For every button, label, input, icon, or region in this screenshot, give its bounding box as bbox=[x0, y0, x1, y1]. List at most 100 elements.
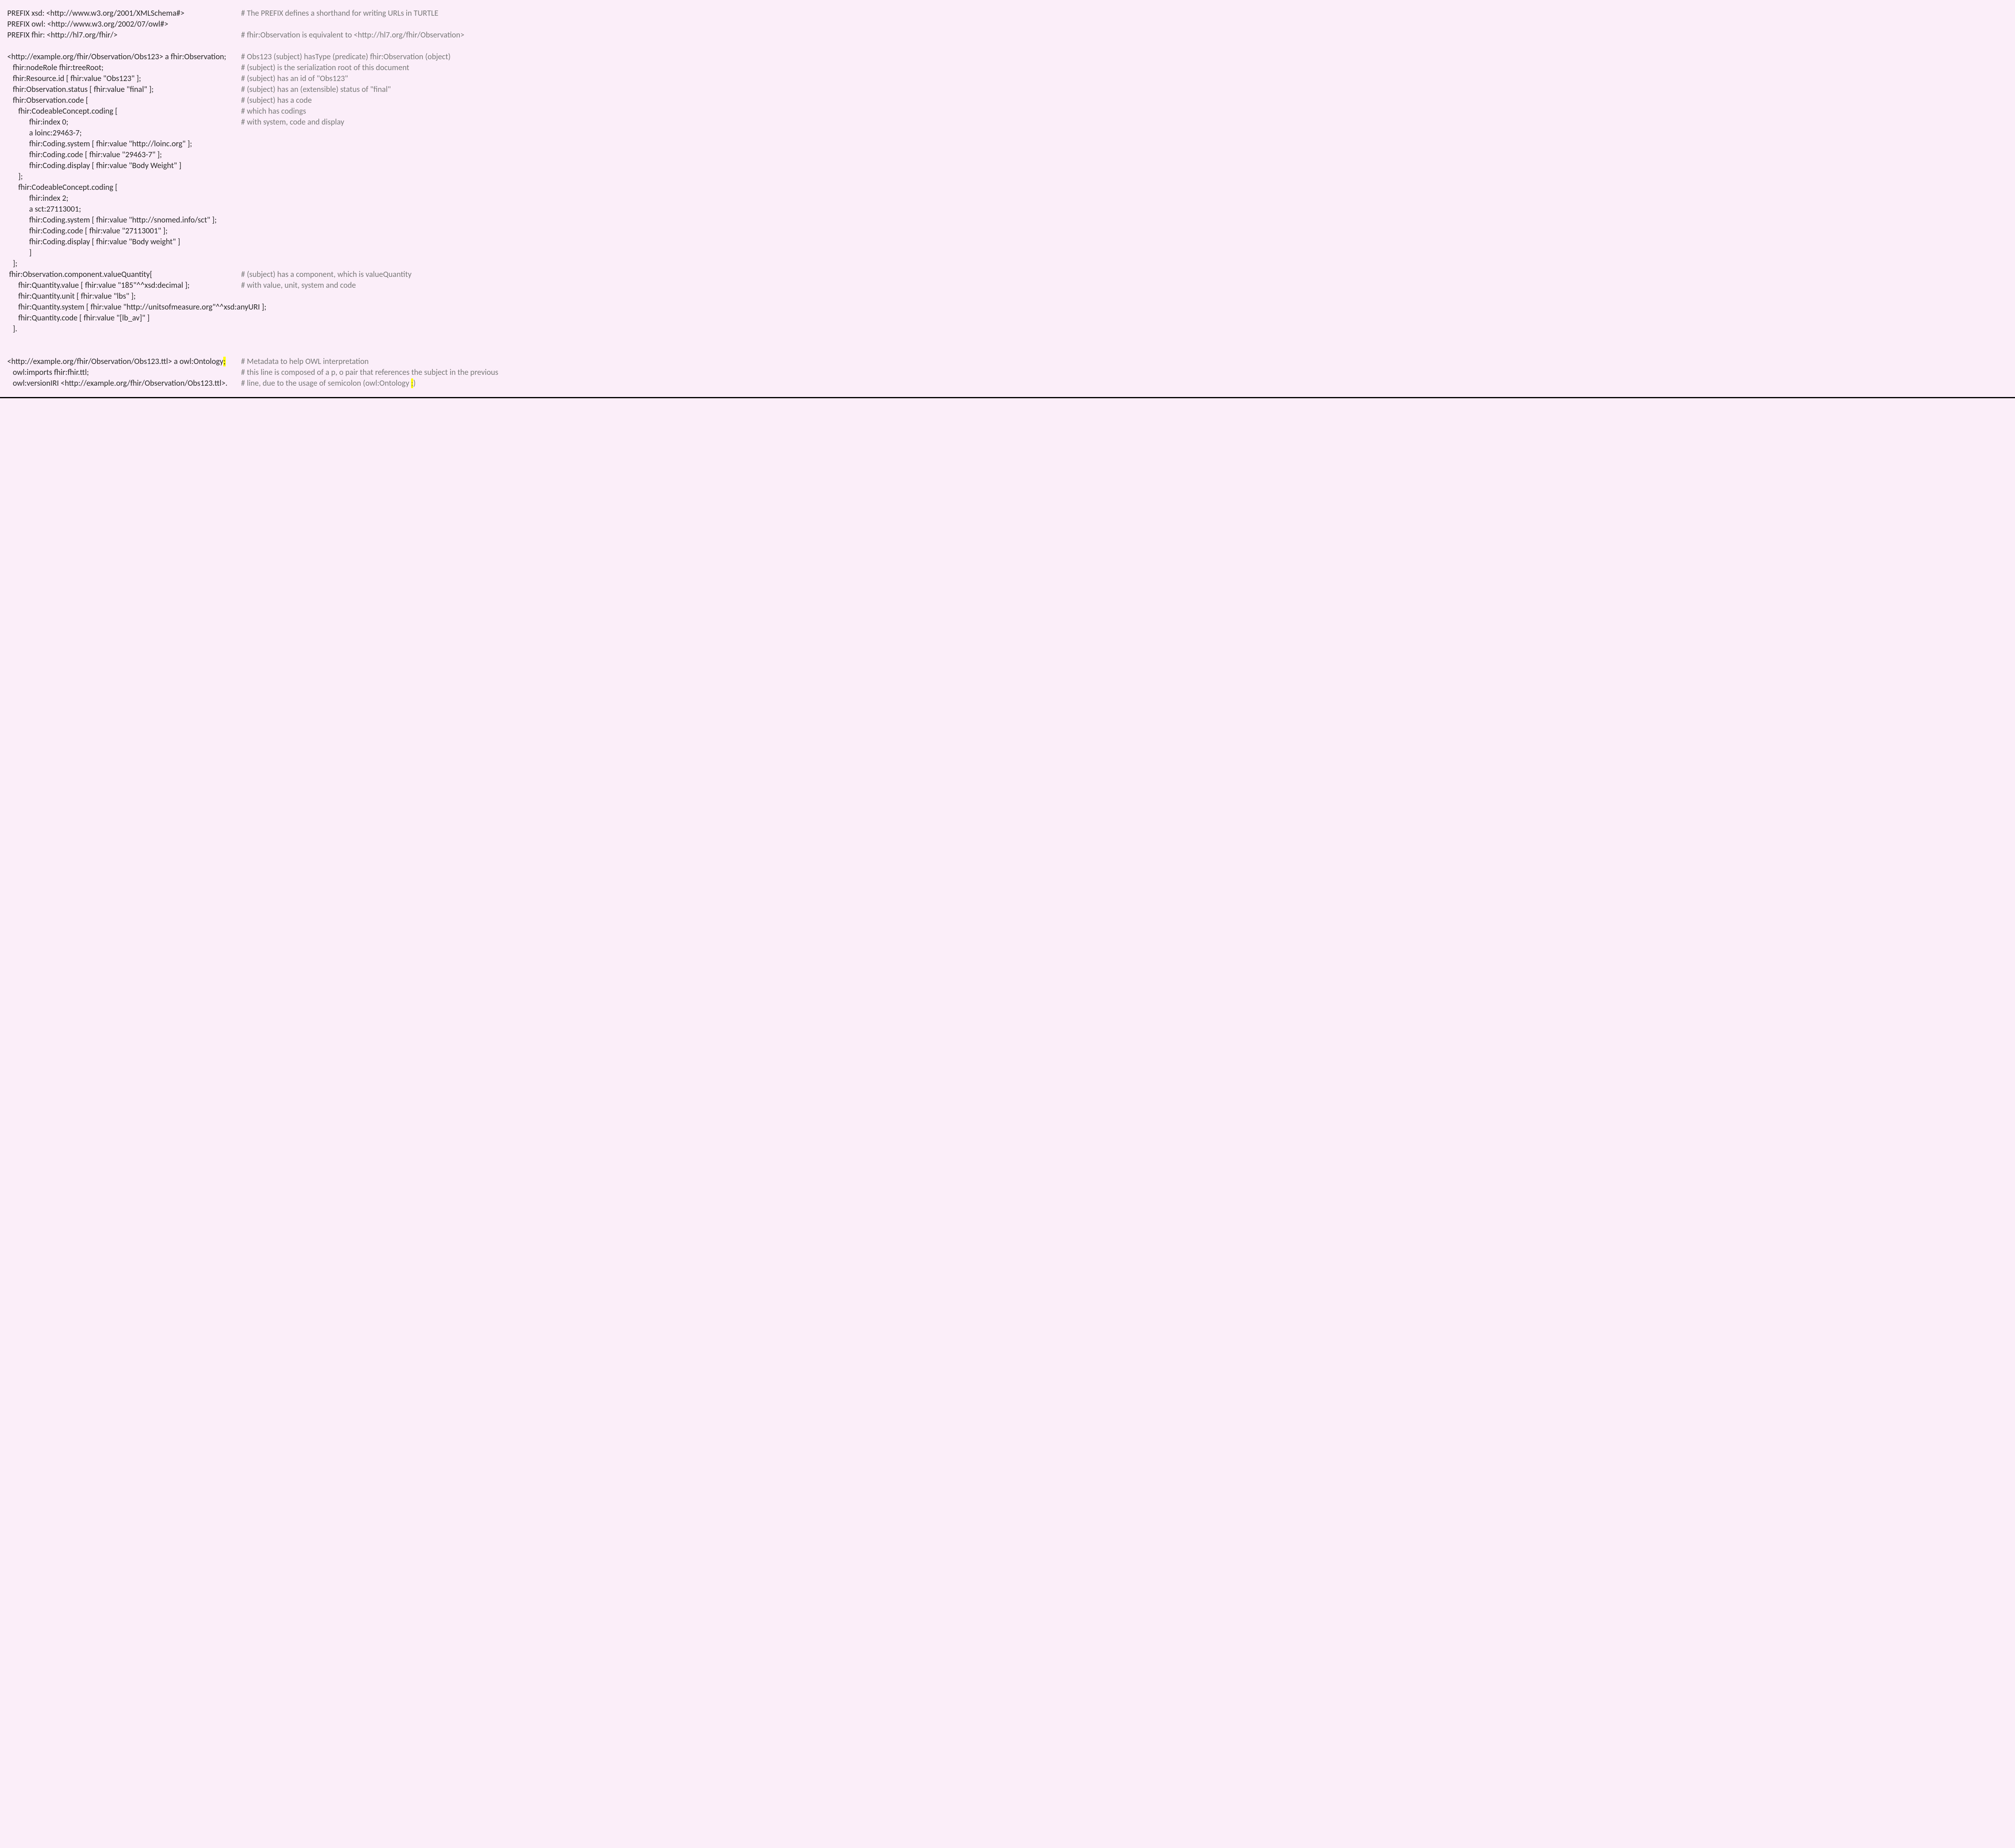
code-text: fhir:Observation.code [ bbox=[7, 95, 241, 106]
comment-text: # Metadata to help OWL interpretation bbox=[241, 356, 2008, 367]
code-text: ]; bbox=[7, 258, 241, 269]
comment-text bbox=[241, 335, 2008, 345]
comment-text bbox=[241, 247, 2008, 258]
code-line: owl:versionIRI <http://example.org/fhir/… bbox=[7, 378, 2008, 389]
comment-text: # (subject) has a code bbox=[241, 95, 2008, 106]
comment-text: # line, due to the usage of semicolon (o… bbox=[241, 378, 2008, 389]
comment-text bbox=[241, 237, 2008, 247]
code-line: ]; bbox=[7, 258, 2008, 269]
code-line: ] bbox=[7, 247, 2008, 258]
comment-text bbox=[241, 160, 2008, 171]
comment-text: # (subject) is the serialization root of… bbox=[241, 62, 2008, 73]
code-line: PREFIX xsd: <http://www.w3.org/2001/XMLS… bbox=[7, 8, 2008, 19]
comment-text: # fhir:Observation is equivalent to <htt… bbox=[241, 30, 2008, 41]
code-text: fhir:Coding.code [ fhir:value "27113001"… bbox=[7, 226, 241, 237]
code-text: fhir:Quantity.code [ fhir:value "[lb_av]… bbox=[7, 313, 241, 324]
code-line: PREFIX owl: <http://www.w3.org/2002/07/o… bbox=[7, 19, 2008, 30]
code-line: fhir:nodeRole fhir:treeRoot;# (subject) … bbox=[7, 62, 2008, 73]
code-text: fhir:Quantity.system [ fhir:value "http:… bbox=[7, 302, 241, 313]
code-text: a loinc:29463-7; bbox=[7, 128, 241, 139]
comment-text bbox=[241, 182, 2008, 193]
code-line: fhir:Coding.system [ fhir:value "http://… bbox=[7, 215, 2008, 226]
code-text: PREFIX owl: <http://www.w3.org/2002/07/o… bbox=[7, 19, 241, 30]
code-line: fhir:Coding.system [ fhir:value "http://… bbox=[7, 139, 2008, 150]
code-line: fhir:Resource.id [ fhir:value "Obs123" ]… bbox=[7, 73, 2008, 84]
comment-text: # with value, unit, system and code bbox=[241, 280, 2008, 291]
code-text: fhir:Coding.system [ fhir:value "http://… bbox=[7, 139, 241, 150]
comment-text: # The PREFIX defines a shorthand for wri… bbox=[241, 8, 2008, 19]
code-text: fhir:Quantity.unit [ fhir:value "lbs" ]; bbox=[7, 291, 241, 302]
code-text: <http://example.org/fhir/Observation/Obs… bbox=[7, 52, 241, 62]
comment-text bbox=[241, 226, 2008, 237]
code-line: fhir:Quantity.code [ fhir:value "[lb_av]… bbox=[7, 313, 2008, 324]
code-text bbox=[7, 345, 241, 356]
comment-fragment: # line, due to the usage of semicolon (o… bbox=[241, 378, 411, 388]
code-line: owl:imports fhir:fhir.ttl;# this line is… bbox=[7, 367, 2008, 378]
code-text: fhir:Coding.code [ fhir:value "29463-7" … bbox=[7, 150, 241, 160]
comment-text bbox=[241, 204, 2008, 215]
comment-fragment: ) bbox=[413, 378, 415, 388]
comment-text bbox=[241, 302, 2008, 313]
turtle-code-listing: PREFIX xsd: <http://www.w3.org/2001/XMLS… bbox=[7, 8, 2008, 389]
code-text: fhir:CodeableConcept.coding [ bbox=[7, 182, 241, 193]
code-line: fhir:Observation.code [# (subject) has a… bbox=[7, 95, 2008, 106]
code-text: fhir:Coding.display [ fhir:value "Body W… bbox=[7, 160, 241, 171]
comment-text bbox=[241, 139, 2008, 150]
comment-text bbox=[241, 150, 2008, 160]
code-line bbox=[7, 345, 2008, 356]
comment-text: # this line is composed of a p, o pair t… bbox=[241, 367, 2008, 378]
comment-text: # (subject) has an (extensible) status o… bbox=[241, 84, 2008, 95]
code-text: fhir:CodeableConcept.coding [ bbox=[7, 106, 241, 117]
code-line: fhir:Coding.code [ fhir:value "27113001"… bbox=[7, 226, 2008, 237]
comment-text: # which has codings bbox=[241, 106, 2008, 117]
code-text: fhir:index 2; bbox=[7, 193, 241, 204]
code-line: fhir:Observation.component.valueQuantity… bbox=[7, 269, 2008, 280]
code-line: fhir:Quantity.unit [ fhir:value "lbs" ]; bbox=[7, 291, 2008, 302]
comment-text: # (subject) has a component, which is va… bbox=[241, 269, 2008, 280]
comment-text: # Obs123 (subject) hasType (predicate) f… bbox=[241, 52, 2008, 62]
comment-text: # with system, code and display bbox=[241, 117, 2008, 128]
highlight: ; bbox=[223, 357, 225, 366]
code-line: fhir:index 2; bbox=[7, 193, 2008, 204]
code-line: a sct:27113001; bbox=[7, 204, 2008, 215]
code-line: PREFIX fhir: <http://hl7.org/fhir/># fhi… bbox=[7, 30, 2008, 41]
code-text: fhir:nodeRole fhir:treeRoot; bbox=[7, 62, 241, 73]
code-line bbox=[7, 41, 2008, 52]
code-text bbox=[7, 41, 241, 52]
comment-text bbox=[241, 215, 2008, 226]
code-line: <http://example.org/fhir/Observation/Obs… bbox=[7, 356, 2008, 367]
code-line: fhir:Coding.code [ fhir:value "29463-7" … bbox=[7, 150, 2008, 160]
code-line: fhir:Coding.display [ fhir:value "Body w… bbox=[7, 237, 2008, 247]
code-line: <http://example.org/fhir/Observation/Obs… bbox=[7, 52, 2008, 62]
code-line: a loinc:29463-7; bbox=[7, 128, 2008, 139]
code-line: fhir:CodeableConcept.coding [# which has… bbox=[7, 106, 2008, 117]
code-text: fhir:index 0; bbox=[7, 117, 241, 128]
code-line: fhir:CodeableConcept.coding [ bbox=[7, 182, 2008, 193]
code-text: fhir:Quantity.value [ fhir:value "185"^^… bbox=[7, 280, 241, 291]
code-text: ]; bbox=[7, 171, 241, 182]
comment-text bbox=[241, 41, 2008, 52]
code-line: fhir:Quantity.value [ fhir:value "185"^^… bbox=[7, 280, 2008, 291]
comment-text bbox=[241, 313, 2008, 324]
code-text: owl:versionIRI <http://example.org/fhir/… bbox=[7, 378, 241, 389]
code-line: ]. bbox=[7, 324, 2008, 335]
code-line: fhir:Coding.display [ fhir:value "Body W… bbox=[7, 160, 2008, 171]
code-text: a sct:27113001; bbox=[7, 204, 241, 215]
code-line: ]; bbox=[7, 171, 2008, 182]
comment-text bbox=[241, 171, 2008, 182]
code-text: ] bbox=[7, 247, 241, 258]
code-fragment: <http://example.org/fhir/Observation/Obs… bbox=[7, 357, 223, 366]
code-text: fhir:Observation.status [ fhir:value "fi… bbox=[7, 84, 241, 95]
code-text: PREFIX xsd: <http://www.w3.org/2001/XMLS… bbox=[7, 8, 241, 19]
comment-text bbox=[241, 291, 2008, 302]
code-text: ]. bbox=[7, 324, 241, 335]
code-line: fhir:Observation.status [ fhir:value "fi… bbox=[7, 84, 2008, 95]
comment-text bbox=[241, 345, 2008, 356]
comment-text: # (subject) has an id of "Obs123" bbox=[241, 73, 2008, 84]
code-line: fhir:Quantity.system [ fhir:value "http:… bbox=[7, 302, 2008, 313]
code-text: fhir:Resource.id [ fhir:value "Obs123" ]… bbox=[7, 73, 241, 84]
code-line: fhir:index 0;# with system, code and dis… bbox=[7, 117, 2008, 128]
code-text bbox=[7, 335, 241, 345]
comment-text bbox=[241, 258, 2008, 269]
comment-text bbox=[241, 324, 2008, 335]
